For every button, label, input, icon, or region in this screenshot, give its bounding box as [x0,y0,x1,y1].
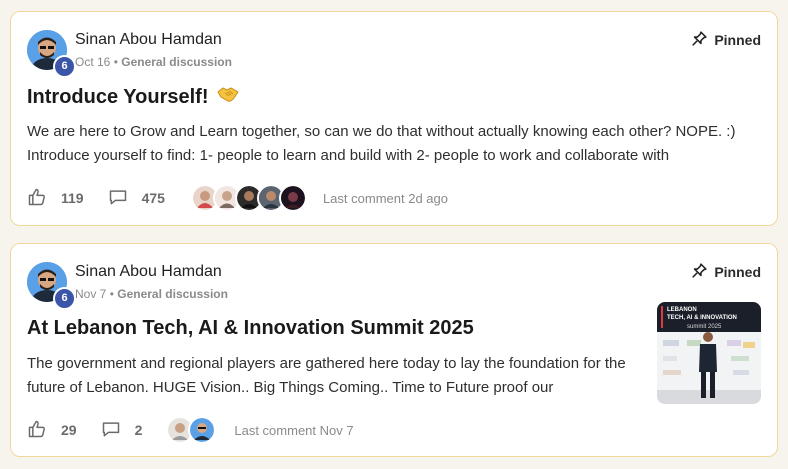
comment-count: 2 [134,422,143,438]
author-avatar[interactable]: 6 [27,30,76,78]
pinned-indicator: Pinned [691,30,761,50]
post-body: The government and regional players are … [27,355,626,396]
post-footer: 119 475 Last comment 2d ago [27,184,448,212]
comment-icon [101,419,121,442]
pin-icon [691,262,708,282]
post-title-text: At Lebanon Tech, AI & Innovation Summit … [27,317,474,339]
thumbs-up-icon [27,187,47,210]
thumbnail-text: TECH, AI & INNOVATION [667,315,737,321]
post-meta: Nov 7 • General discussion [75,287,228,301]
like-button[interactable]: 119 [27,187,84,210]
comment-button[interactable]: 2 [101,419,143,442]
post-thumbnail[interactable]: LEBANON TECH, AI & INNOVATION summit 202… [657,302,761,404]
post-title[interactable]: At Lebanon Tech, AI & Innovation Summit … [27,317,474,340]
post-date: Nov 7 [75,287,107,301]
last-comment: Last comment Nov 7 [234,422,354,438]
commenter-avatars [190,184,307,212]
handshake-icon [216,85,239,109]
meta-separator: • [113,55,118,69]
post-category[interactable]: General discussion [117,287,228,301]
like-count: 29 [61,422,77,438]
pin-icon [691,30,708,50]
author-name[interactable]: Sinan Abou Hamdan [75,263,222,281]
level-badge: 6 [53,287,76,310]
pinned-label: Pinned [714,264,761,280]
like-button[interactable]: 29 [27,419,77,442]
comment-icon [108,187,128,210]
commenter-avatar[interactable] [278,184,307,212]
pinned-label: Pinned [714,32,761,48]
thumbs-up-icon [27,419,47,442]
post-title[interactable]: Introduce Yourself! [27,85,239,109]
post-date: Oct 16 [75,55,111,69]
comment-count: 475 [141,190,165,206]
like-count: 119 [61,190,84,206]
author-avatar[interactable]: 6 [27,262,76,310]
thumbnail-text: summit 2025 [687,324,722,330]
commenter-avatar[interactable] [188,416,217,444]
meta-separator: • [109,287,114,301]
post-body: We are here to Grow and Learn together, … [27,123,736,164]
post-footer: 29 2 Last comment Nov 7 [27,416,354,444]
post-meta: Oct 16 • General discussion [75,55,232,69]
commenter-avatars [166,416,217,444]
post-card[interactable]: 6 Sinan Abou Hamdan Nov 7 • General disc… [10,243,778,457]
author-name[interactable]: Sinan Abou Hamdan [75,31,222,49]
level-badge: 6 [53,55,76,78]
pinned-indicator: Pinned [691,262,761,282]
comment-button[interactable]: 475 [108,187,165,210]
post-title-text: Introduce Yourself! [27,85,209,108]
last-comment: Last comment 2d ago [322,190,448,206]
post-card[interactable]: 6 Sinan Abou Hamdan Oct 16 • General dis… [10,11,778,226]
thumbnail-text: LEBANON [667,307,697,313]
post-category[interactable]: General discussion [121,55,232,69]
